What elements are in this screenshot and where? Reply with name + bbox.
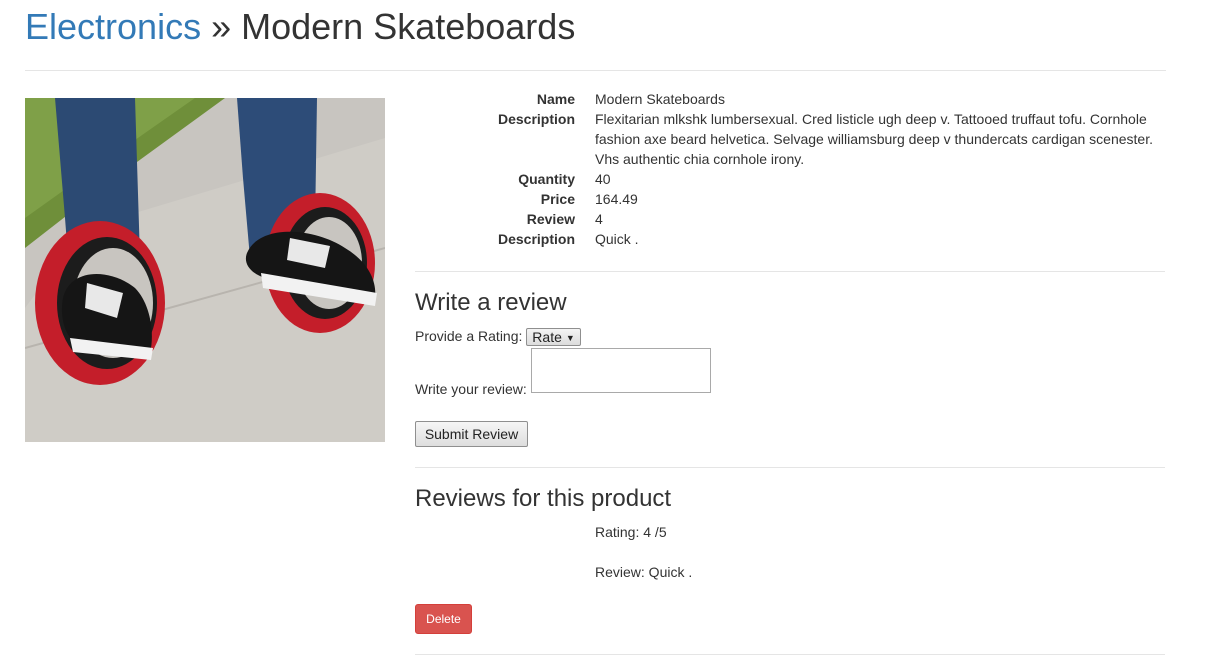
detail-label: Description bbox=[497, 231, 575, 247]
detail-row-quantity: Quantity 40 bbox=[415, 169, 1165, 189]
detail-value: 40 bbox=[595, 171, 611, 187]
divider bbox=[415, 467, 1165, 468]
review-textarea[interactable] bbox=[531, 348, 711, 393]
review-label: Write your review: bbox=[415, 381, 527, 397]
detail-label: Review bbox=[526, 211, 575, 227]
divider bbox=[415, 271, 1165, 272]
product-image bbox=[25, 98, 385, 442]
divider bbox=[415, 654, 1165, 655]
detail-row-description: Description Flexitarian mlkshk lumbersex… bbox=[415, 109, 1165, 169]
breadcrumb-electronics-link[interactable]: Electronics bbox=[25, 6, 201, 47]
detail-row-review: Review 4 bbox=[415, 209, 1165, 229]
rating-label: Provide a Rating: bbox=[415, 328, 523, 344]
skateboard-photo bbox=[25, 98, 385, 442]
detail-value: Quick . bbox=[595, 231, 639, 247]
detail-value: Modern Skateboards bbox=[595, 91, 725, 107]
delete-review-button[interactable]: Delete bbox=[415, 604, 472, 634]
detail-label: Price bbox=[540, 191, 575, 207]
review-text: Review: Quick . bbox=[595, 564, 693, 580]
detail-value: Flexitarian mlkshk lumbersexual. Cred li… bbox=[595, 111, 1153, 167]
product-title: Modern Skateboards bbox=[241, 6, 576, 47]
detail-label: Name bbox=[536, 91, 575, 107]
detail-value: 4 bbox=[595, 211, 603, 227]
rating-select[interactable]: Rate ▼ bbox=[526, 328, 581, 346]
page-title: Electronics » Modern Skateboards bbox=[25, 4, 575, 50]
product-details: Name Modern Skateboards Description Flex… bbox=[415, 89, 1165, 249]
detail-row-review-description: Description Quick . bbox=[415, 229, 1165, 249]
reviews-heading: Reviews for this product bbox=[415, 485, 672, 512]
submit-review-button[interactable]: Submit Review bbox=[415, 421, 528, 447]
rating-select-value: Rate bbox=[532, 329, 562, 345]
detail-row-name: Name Modern Skateboards bbox=[415, 89, 1165, 109]
detail-label: Description bbox=[497, 111, 575, 127]
write-review-heading: Write a review bbox=[415, 289, 567, 316]
divider bbox=[25, 70, 1166, 71]
detail-label: Quantity bbox=[518, 171, 575, 187]
chevron-down-icon: ▼ bbox=[565, 333, 575, 343]
rating-field: Provide a Rating: Rate ▼ bbox=[415, 326, 581, 346]
page: Electronics » Modern Skateboards Name Mo… bbox=[0, 0, 1209, 669]
breadcrumb-separator: » bbox=[211, 6, 232, 47]
detail-value: 164.49 bbox=[595, 191, 638, 207]
detail-row-price: Price 164.49 bbox=[415, 189, 1165, 209]
review-rating: Rating: 4 /5 bbox=[595, 524, 667, 540]
